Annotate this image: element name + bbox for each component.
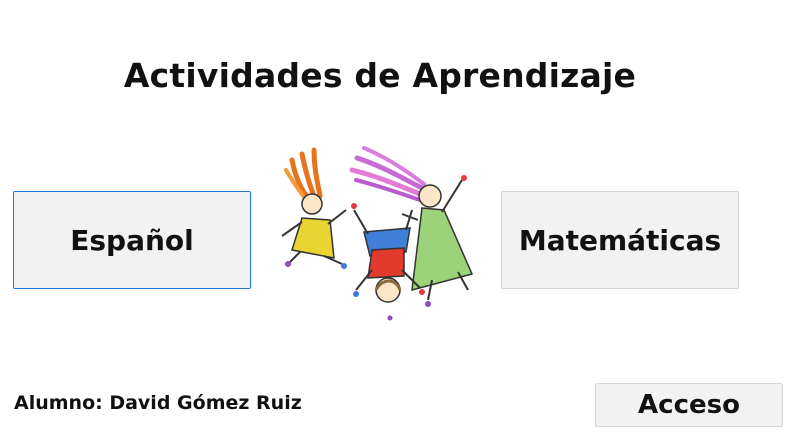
playing-children-icon xyxy=(272,140,487,330)
student-name-label: Alumno: David Gómez Ruiz xyxy=(14,392,302,414)
access-button[interactable]: Acceso xyxy=(595,383,783,427)
page-title: Actividades de Aprendizaje xyxy=(123,56,637,95)
matematicas-button[interactable]: Matemáticas xyxy=(501,191,739,289)
espanol-button[interactable]: Español xyxy=(13,191,251,289)
